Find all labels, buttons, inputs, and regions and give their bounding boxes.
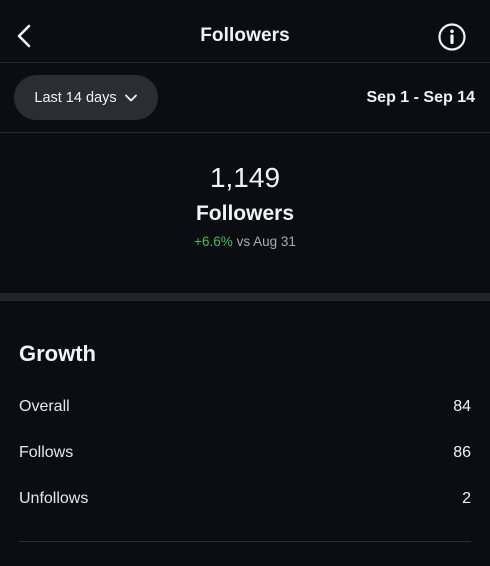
growth-bottom-divider	[19, 541, 471, 542]
header-divider	[0, 62, 490, 63]
growth-row-value: 86	[453, 444, 471, 461]
growth-row-follows: Follows 86	[19, 442, 471, 464]
chevron-down-icon	[124, 94, 137, 101]
growth-heading: Growth	[19, 341, 96, 366]
date-range-dropdown-label: Last 14 days	[34, 89, 117, 106]
growth-row-label: Overall	[19, 398, 70, 415]
change-summary: +6.6% vs Aug 31	[0, 234, 490, 249]
info-button[interactable]	[436, 21, 468, 53]
follower-count-label: Followers	[195, 202, 295, 225]
follower-count: 1,149	[209, 162, 281, 193]
growth-row-overall: Overall 84	[19, 396, 471, 418]
growth-row-label: Follows	[19, 444, 74, 461]
date-range-text: Sep 1 - Sep 14	[366, 89, 476, 106]
page-title: Followers	[200, 25, 290, 46]
info-circle-icon	[438, 23, 466, 51]
growth-row-value: 84	[453, 398, 471, 415]
growth-row-label: Unfollows	[19, 490, 89, 507]
date-range-dropdown[interactable]: Last 14 days	[14, 75, 158, 120]
growth-row-value: 2	[462, 490, 471, 507]
section-separator	[0, 293, 490, 301]
filter-divider	[0, 132, 490, 133]
growth-row-unfollows: Unfollows 2	[19, 488, 471, 510]
change-percentage: +6.6%	[194, 234, 233, 249]
change-comparison: vs Aug 31	[236, 234, 296, 249]
top-bar: Followers	[0, 0, 490, 62]
